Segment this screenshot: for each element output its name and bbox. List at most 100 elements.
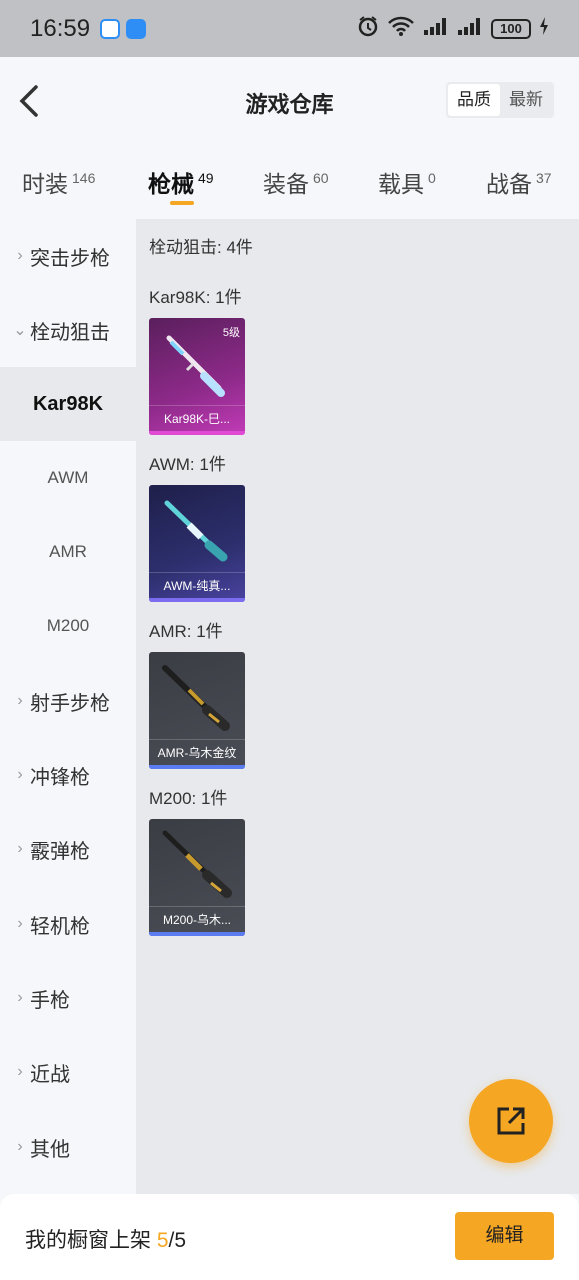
sidebar-item-label: AWM	[47, 468, 89, 487]
sidebar-item-assault-rifle[interactable]: › 突击步枪	[0, 219, 136, 293]
wifi-icon	[387, 15, 415, 42]
status-time: 16:59	[30, 14, 91, 42]
group-title-amr: AMR: 1件	[149, 622, 223, 641]
sidebar-subitem-m200[interactable]: M200	[0, 589, 136, 663]
sniper-rifle-icon	[162, 830, 232, 898]
sidebar-item-label: 栓动狙击	[30, 321, 110, 344]
category-tabs: 时装 146 枪械 49 装备 60 载具 0 战备 37	[0, 147, 579, 219]
category-sidebar: › 突击步枪 ⌄ 栓动狙击 Kar98K AWM AMR M200 › 射手步枪 › 冲…	[0, 219, 136, 1194]
message-app-icon	[126, 18, 147, 39]
sidebar-subitem-awm[interactable]: AWM	[0, 441, 136, 515]
bottom-bar: 我的橱窗上架 5/5 编辑	[0, 1194, 579, 1280]
rarity-bar	[149, 932, 245, 936]
group-title-kar98k: Kar98K: 1件	[149, 288, 242, 307]
sidebar-item-pistol[interactable]: › 手枪	[0, 961, 136, 1035]
item-level: 5级	[222, 327, 240, 339]
sort-quality-button[interactable]: 品质	[448, 84, 500, 116]
chevron-right-icon: ›	[17, 915, 23, 932]
header: 游戏仓库 品质 最新	[0, 57, 579, 147]
status-bar: 16:59 100	[0, 0, 579, 57]
showcase-total: /5	[168, 1229, 187, 1252]
sidebar-item-label: M200	[46, 616, 90, 635]
item-card-m200[interactable]: M200-乌木...	[149, 819, 245, 936]
chevron-right-icon: ›	[17, 840, 23, 857]
sidebar-item-label: 轻机枪	[30, 915, 90, 938]
showcase-label-text: 我的橱窗上架	[25, 1229, 151, 1252]
sidebar-item-label: 冲锋枪	[30, 766, 90, 789]
sidebar-item-marksman-rifle[interactable]: › 射手步枪	[0, 664, 136, 738]
chat-app-icon	[100, 18, 121, 39]
tab-label: 载具	[378, 171, 424, 197]
back-arrow-icon	[19, 85, 38, 117]
tab-count: 0	[428, 170, 436, 186]
sidebar-item-label: Kar98K	[32, 392, 104, 415]
tab-label: 时装	[22, 171, 68, 197]
chevron-right-icon: ›	[17, 1063, 23, 1080]
active-tab-indicator	[170, 201, 194, 205]
tab-vehicles[interactable]: 载具 0	[378, 165, 436, 199]
charging-icon	[539, 16, 549, 41]
sidebar-item-bolt-sniper[interactable]: ⌄ 栓动狙击	[0, 293, 136, 367]
showcase-count: 5/5	[157, 1229, 186, 1252]
chevron-down-icon: ⌄	[13, 322, 27, 339]
item-name: AMR-乌木金纹	[149, 739, 245, 765]
tab-count: 146	[72, 170, 96, 186]
showcase-label: 我的橱窗上架 5/5	[25, 1224, 186, 1254]
group-title-m200: M200: 1件	[149, 789, 228, 808]
sidebar-subitem-kar98k[interactable]: Kar98K	[0, 367, 136, 441]
tab-equipment[interactable]: 装备 60	[263, 165, 329, 199]
tab-label: 战备	[486, 171, 532, 197]
tab-count: 49	[198, 170, 214, 186]
item-card-awm[interactable]: AWM-纯真...	[149, 485, 245, 602]
edit-button[interactable]: 编辑	[455, 1212, 554, 1260]
sidebar-item-label: 霰弹枪	[30, 840, 90, 863]
rarity-bar	[149, 765, 245, 769]
item-name: AWM-纯真...	[149, 572, 245, 598]
chevron-right-icon: ›	[17, 989, 23, 1006]
alarm-icon	[357, 15, 379, 42]
back-button[interactable]	[16, 83, 44, 119]
sidebar-item-label: 近战	[30, 1063, 70, 1086]
rarity-bar	[149, 431, 245, 435]
tab-count: 37	[536, 170, 552, 186]
chevron-right-icon: ›	[17, 766, 23, 783]
chevron-right-icon: ›	[17, 692, 23, 709]
sidebar-item-label: 其他	[30, 1138, 70, 1161]
sidebar-item-shotgun[interactable]: › 霰弹枪	[0, 812, 136, 886]
sidebar-item-smg[interactable]: › 冲锋枪	[0, 738, 136, 812]
chevron-right-icon: ›	[17, 247, 23, 264]
sidebar-item-label: 手枪	[30, 989, 70, 1012]
sidebar-item-label: 突击步枪	[30, 247, 110, 270]
item-name: M200-乌木...	[149, 906, 245, 932]
share-float-button[interactable]	[469, 1079, 553, 1163]
chevron-right-icon: ›	[17, 1138, 23, 1155]
tab-fashion[interactable]: 时装 146	[22, 165, 95, 199]
tab-label: 枪械	[148, 171, 194, 197]
item-card-kar98k[interactable]: 5级 Kar98K-巳...	[149, 318, 245, 435]
group-title-awm: AWM: 1件	[149, 455, 226, 474]
sidebar-item-label: AMR	[49, 542, 87, 561]
tab-firearms[interactable]: 枪械 49	[148, 165, 214, 199]
sidebar-item-lmg[interactable]: › 轻机枪	[0, 887, 136, 961]
item-name: Kar98K-巳...	[149, 405, 245, 431]
sidebar-subitem-amr[interactable]: AMR	[0, 515, 136, 589]
battery-indicator: 100	[491, 18, 531, 39]
rarity-bar	[149, 598, 245, 602]
tab-label: 装备	[263, 171, 309, 197]
item-card-amr[interactable]: AMR-乌木金纹	[149, 652, 245, 769]
sidebar-item-melee[interactable]: › 近战	[0, 1035, 136, 1109]
sniper-rifle-icon	[162, 665, 230, 731]
signal-icon-1	[423, 16, 449, 41]
tab-supplies[interactable]: 战备 37	[486, 165, 552, 199]
sidebar-item-label: 射手步枪	[30, 692, 110, 715]
item-list: 栓动狙击: 4件 Kar98K: 1件 5级 Kar98K-巳... AWM: …	[136, 219, 579, 1194]
signal-icon-2	[457, 16, 483, 41]
tab-count: 60	[313, 170, 329, 186]
category-summary: 栓动狙击: 4件	[149, 238, 253, 257]
external-link-icon	[497, 1107, 525, 1135]
sort-latest-button[interactable]: 最新	[500, 84, 552, 116]
showcase-current: 5	[156, 1229, 169, 1252]
sniper-rifle-icon	[164, 500, 228, 562]
sort-toggle: 品质 最新	[446, 82, 554, 118]
sidebar-item-other[interactable]: › 其他	[0, 1110, 136, 1184]
